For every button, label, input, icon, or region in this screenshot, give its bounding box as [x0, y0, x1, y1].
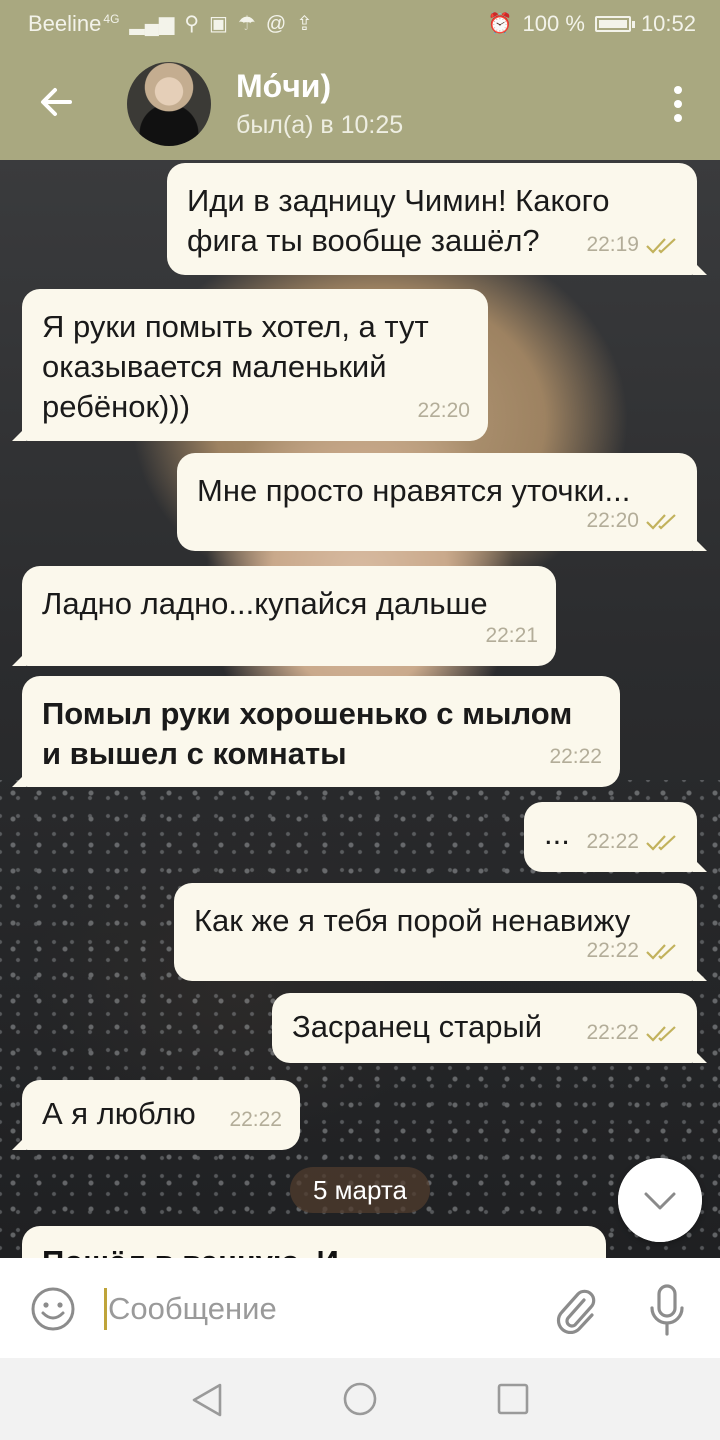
message-text: Я руки помыть хотел, а тут оказывается м…: [42, 309, 429, 424]
chevron-down-icon[interactable]: [618, 1158, 702, 1242]
nav-back-icon[interactable]: [190, 1382, 224, 1418]
message-bubble-incoming[interactable]: А я люблю 22:22: [12, 1080, 300, 1150]
smiley-icon[interactable]: [30, 1286, 76, 1332]
message-text: Ладно ладно...купайся дальше: [42, 586, 488, 621]
battery-icon: [594, 16, 635, 32]
double-check-icon: [646, 514, 676, 530]
network-type-label: 4G: [103, 12, 120, 26]
message-time: 22:22: [586, 1021, 639, 1044]
message-list[interactable]: Иди в задницу Чимин! Какого фига ты вооб…: [0, 160, 720, 1258]
message-time: 22:22: [229, 1108, 282, 1131]
clock: 10:52: [640, 11, 696, 36]
alarm-icon: ⏰: [487, 13, 513, 35]
arrow-left-icon[interactable]: [36, 82, 76, 122]
message-input[interactable]: [108, 1286, 528, 1332]
double-check-icon: [646, 1026, 676, 1042]
message-bubble-outgoing[interactable]: Как же я тебя порой ненавижу 22:22: [174, 883, 707, 981]
message-time: 22:20: [586, 509, 639, 532]
chat-header: Мо́чи) был(а) в 10:25: [0, 48, 720, 160]
message-bubble-outgoing[interactable]: Мне просто нравятся уточки... 22:20: [177, 453, 707, 551]
more-vertical-icon[interactable]: [672, 86, 684, 122]
message-time: 22:19: [586, 233, 639, 256]
carrier-label: Beeline: [28, 11, 102, 36]
last-seen-status: был(а) в 10:25: [236, 111, 404, 139]
message-text: Помыл руки хорошенько с мылом и вышел с …: [42, 696, 573, 771]
upload-icon: ⇪: [296, 13, 313, 35]
system-navigation-bar: [0, 1358, 720, 1440]
paperclip-icon[interactable]: [554, 1286, 598, 1334]
double-check-icon: [646, 238, 676, 254]
signal-icon: ▂▄▆: [129, 13, 175, 35]
status-bar: Beeline 4G ▂▄▆ ⚲ ▣ ☂ @ ⇪ ⏰ 100 % 10:52: [0, 0, 720, 48]
contact-name[interactable]: Мо́чи): [236, 68, 331, 105]
photo-icon: ▣: [209, 13, 228, 35]
message-bubble-outgoing[interactable]: ... 22:22: [524, 802, 707, 872]
message-time: 22:20: [417, 399, 470, 422]
avatar[interactable]: [127, 62, 211, 146]
text-caret: [104, 1288, 107, 1330]
message-time: 22:22: [586, 830, 639, 853]
search-icon: ⚲: [184, 13, 199, 35]
nav-home-icon[interactable]: [343, 1382, 377, 1416]
message-bubble-incoming[interactable]: Я руки помыть хотел, а тут оказывается м…: [12, 289, 488, 441]
message-bubble-outgoing[interactable]: Иди в задницу Чимин! Какого фига ты вооб…: [167, 163, 707, 275]
message-time: 22:21: [485, 624, 538, 647]
nav-recents-icon[interactable]: [497, 1383, 529, 1415]
message-time: 22:22: [549, 745, 602, 768]
message-text: Пошёл в ванную. И ……: [42, 1244, 409, 1258]
message-bubble-incoming[interactable]: Пошёл в ванную. И ……: [22, 1226, 606, 1258]
microphone-icon[interactable]: [648, 1284, 686, 1336]
message-bubble-outgoing[interactable]: Засранец старый 22:22: [272, 993, 707, 1063]
double-check-icon: [646, 835, 676, 851]
message-bubble-incoming[interactable]: Ладно ладно...купайся дальше 22:21: [12, 566, 556, 666]
date-separator: 5 марта: [290, 1167, 430, 1213]
at-sign-icon: @: [265, 13, 287, 35]
double-check-icon: [646, 944, 676, 960]
message-composer: [0, 1258, 720, 1358]
umbrella-icon: ☂: [237, 13, 256, 35]
battery-percent: 100 %: [522, 11, 585, 36]
message-time: 22:22: [586, 939, 639, 962]
message-bubble-incoming[interactable]: Помыл руки хорошенько с мылом и вышел с …: [12, 676, 620, 787]
